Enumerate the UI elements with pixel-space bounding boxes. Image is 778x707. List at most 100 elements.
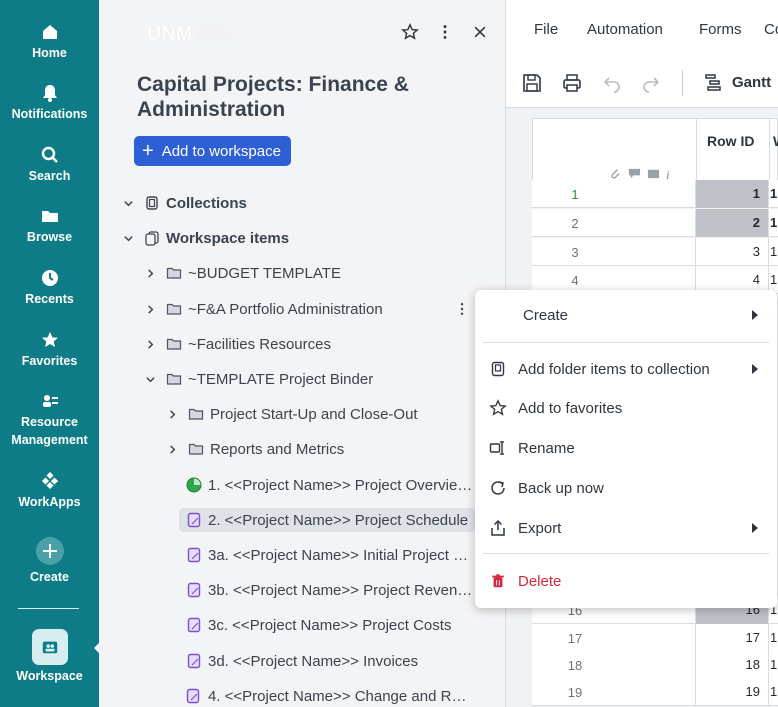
nav-workspace[interactable]: Workspace [0, 629, 99, 683]
tree-folder-reports-metrics[interactable]: Reports and Metrics [165, 438, 344, 460]
w-cell[interactable]: 1. [770, 630, 778, 645]
print-button[interactable] [561, 72, 583, 94]
tree-item-invoices[interactable]: 3d. <<Project Name>> Invoices [185, 650, 475, 672]
gantt-view-button[interactable]: Gantt [704, 72, 771, 92]
nav-favorites[interactable]: Favorites [0, 330, 99, 368]
trash-icon [489, 572, 507, 590]
tree-item-project-schedule[interactable]: 2. <<Project Name>> Project Schedule [179, 508, 475, 532]
tree-item-project-overview[interactable]: 1. <<Project Name>> Project Overvie… [185, 474, 475, 496]
menu-forms[interactable]: Forms [699, 21, 742, 38]
attachment-icon [611, 169, 620, 179]
chevron-right-icon[interactable] [143, 302, 157, 316]
row-number: 19 [567, 685, 583, 700]
nav-notifications[interactable]: Notifications [0, 83, 99, 121]
tree-item-change-rfi[interactable]: 4. <<Project Name>> Change and RF… [185, 685, 475, 707]
w-cell[interactable]: 1. [770, 215, 778, 230]
table-row[interactable]: 3 3 1. [532, 238, 778, 266]
tree-item-initial-project[interactable]: 3a. <<Project Name>> Initial Project … [185, 544, 475, 566]
sheet-icon [185, 688, 202, 705]
row-id-cell[interactable]: 19 [695, 678, 769, 706]
w-cell[interactable]: 1 [770, 186, 777, 201]
add-to-workspace-label: Add to workspace [161, 142, 281, 160]
nav-notifications-label: Notifications [11, 107, 88, 121]
nav-browse[interactable]: Browse [0, 206, 99, 244]
unm-logo: UNM HEALTH SCIENCES [147, 22, 247, 46]
nav-recents[interactable]: Recents [0, 268, 99, 306]
nav-resource-management[interactable]: Resource Management [0, 392, 99, 449]
menu-automation[interactable]: Automation [587, 21, 663, 38]
tree-item-project-costs[interactable]: 3c. <<Project Name>> Project Costs [185, 614, 475, 636]
tree-item-project-revenue[interactable]: 3b. <<Project Name>> Project Reven… [185, 579, 475, 601]
row-id-cell[interactable]: 1 [695, 180, 769, 208]
chevron-down-icon[interactable] [143, 372, 157, 386]
chevron-right-icon[interactable] [143, 337, 157, 351]
nav-home[interactable]: Home [0, 22, 99, 60]
tree-folder-facilities[interactable]: ~Facilities Resources [143, 333, 331, 355]
table-row[interactable]: 18 18 1. [532, 651, 778, 679]
menu-item-delete[interactable]: Delete [475, 563, 777, 599]
row-id-cell[interactable]: 2 [695, 209, 769, 237]
menu-item-rename[interactable]: Rename [475, 430, 777, 466]
menu-item-add-to-collection[interactable]: Add folder items to collection [475, 351, 777, 387]
chevron-right-icon[interactable] [165, 442, 179, 456]
tree-label: Reports and Metrics [210, 440, 345, 458]
table-row[interactable]: 17 17 1. [532, 624, 778, 652]
row-id-cell[interactable]: 18 [695, 651, 769, 679]
menu-file[interactable]: File [534, 21, 558, 38]
column-header-row-id[interactable]: Row ID [696, 119, 770, 189]
save-button[interactable] [521, 72, 543, 94]
w-cell[interactable]: 1. [770, 244, 778, 259]
menu-item-export[interactable]: Export [475, 510, 777, 546]
table-row[interactable]: 2 2 1. [532, 209, 778, 237]
folder-icon [165, 301, 182, 318]
chevron-right-icon[interactable] [143, 266, 157, 280]
left-navigation: Home Notifications Search Browse Recents… [0, 0, 100, 707]
close-panel-button[interactable] [470, 22, 490, 42]
collections-icon [143, 195, 160, 212]
table-row[interactable]: 1 1 1 [532, 180, 778, 208]
nav-recents-label: Recents [25, 292, 74, 306]
nav-create[interactable]: Create [0, 536, 99, 584]
row-number: 17 [567, 631, 583, 646]
tree-section-collections[interactable]: Collections [121, 192, 247, 214]
menu-connections[interactable]: Co [764, 21, 778, 38]
tree-folder-fa-portfolio[interactable]: ~F&A Portfolio Administration [143, 298, 383, 320]
submenu-arrow-icon [752, 523, 758, 533]
tree-label: ~F&A Portfolio Administration [188, 300, 383, 318]
nav-search[interactable]: Search [0, 145, 99, 183]
menu-divider [483, 342, 769, 343]
w-cell[interactable]: 1. [770, 657, 778, 672]
chevron-right-icon[interactable] [165, 407, 179, 421]
add-to-workspace-button[interactable]: + Add to workspace [134, 136, 291, 166]
favorite-star-button[interactable] [400, 22, 420, 42]
nav-workapps[interactable]: WorkApps [0, 471, 99, 509]
menu-item-backup[interactable]: Back up now [475, 470, 777, 506]
undo-button[interactable] [601, 72, 623, 94]
tree-folder-budget-template[interactable]: ~BUDGET TEMPLATE [143, 262, 341, 284]
chevron-down-icon[interactable] [121, 196, 135, 210]
tree-folder-start-up-close-out[interactable]: Project Start-Up and Close-Out [165, 403, 418, 425]
row-id-cell[interactable]: 17 [695, 624, 769, 652]
chevron-down-icon[interactable] [121, 231, 135, 245]
redo-button[interactable] [640, 72, 662, 94]
tree-folder-template-project-binder[interactable]: ~TEMPLATE Project Binder [143, 368, 373, 390]
home-icon [42, 25, 57, 39]
menu-item-add-to-favorites[interactable]: Add to favorites [475, 390, 777, 426]
menu-item-create[interactable]: Create [475, 297, 777, 333]
more-options-button[interactable] [435, 22, 455, 42]
menu-item-label: Create [523, 306, 569, 324]
w-cell[interactable]: 1. [770, 684, 778, 699]
column-header-w[interactable]: W [771, 119, 778, 149]
menu-item-label: Back up now [518, 479, 604, 497]
bell-icon [42, 85, 57, 102]
row-id-cell[interactable]: 3 [695, 238, 769, 266]
tree-section-workspace-items[interactable]: Workspace items [121, 227, 289, 249]
row-more-options-button[interactable] [454, 299, 470, 319]
undo-icon [603, 77, 620, 93]
row-number: 1 [571, 187, 579, 202]
tree-label: 1. <<Project Name>> Project Overvie… [208, 476, 473, 494]
nav-favorites-label: Favorites [21, 354, 78, 368]
table-row[interactable]: 19 19 1. [532, 678, 778, 706]
backup-icon [489, 479, 507, 497]
w-cell[interactable]: 1. [770, 272, 778, 287]
